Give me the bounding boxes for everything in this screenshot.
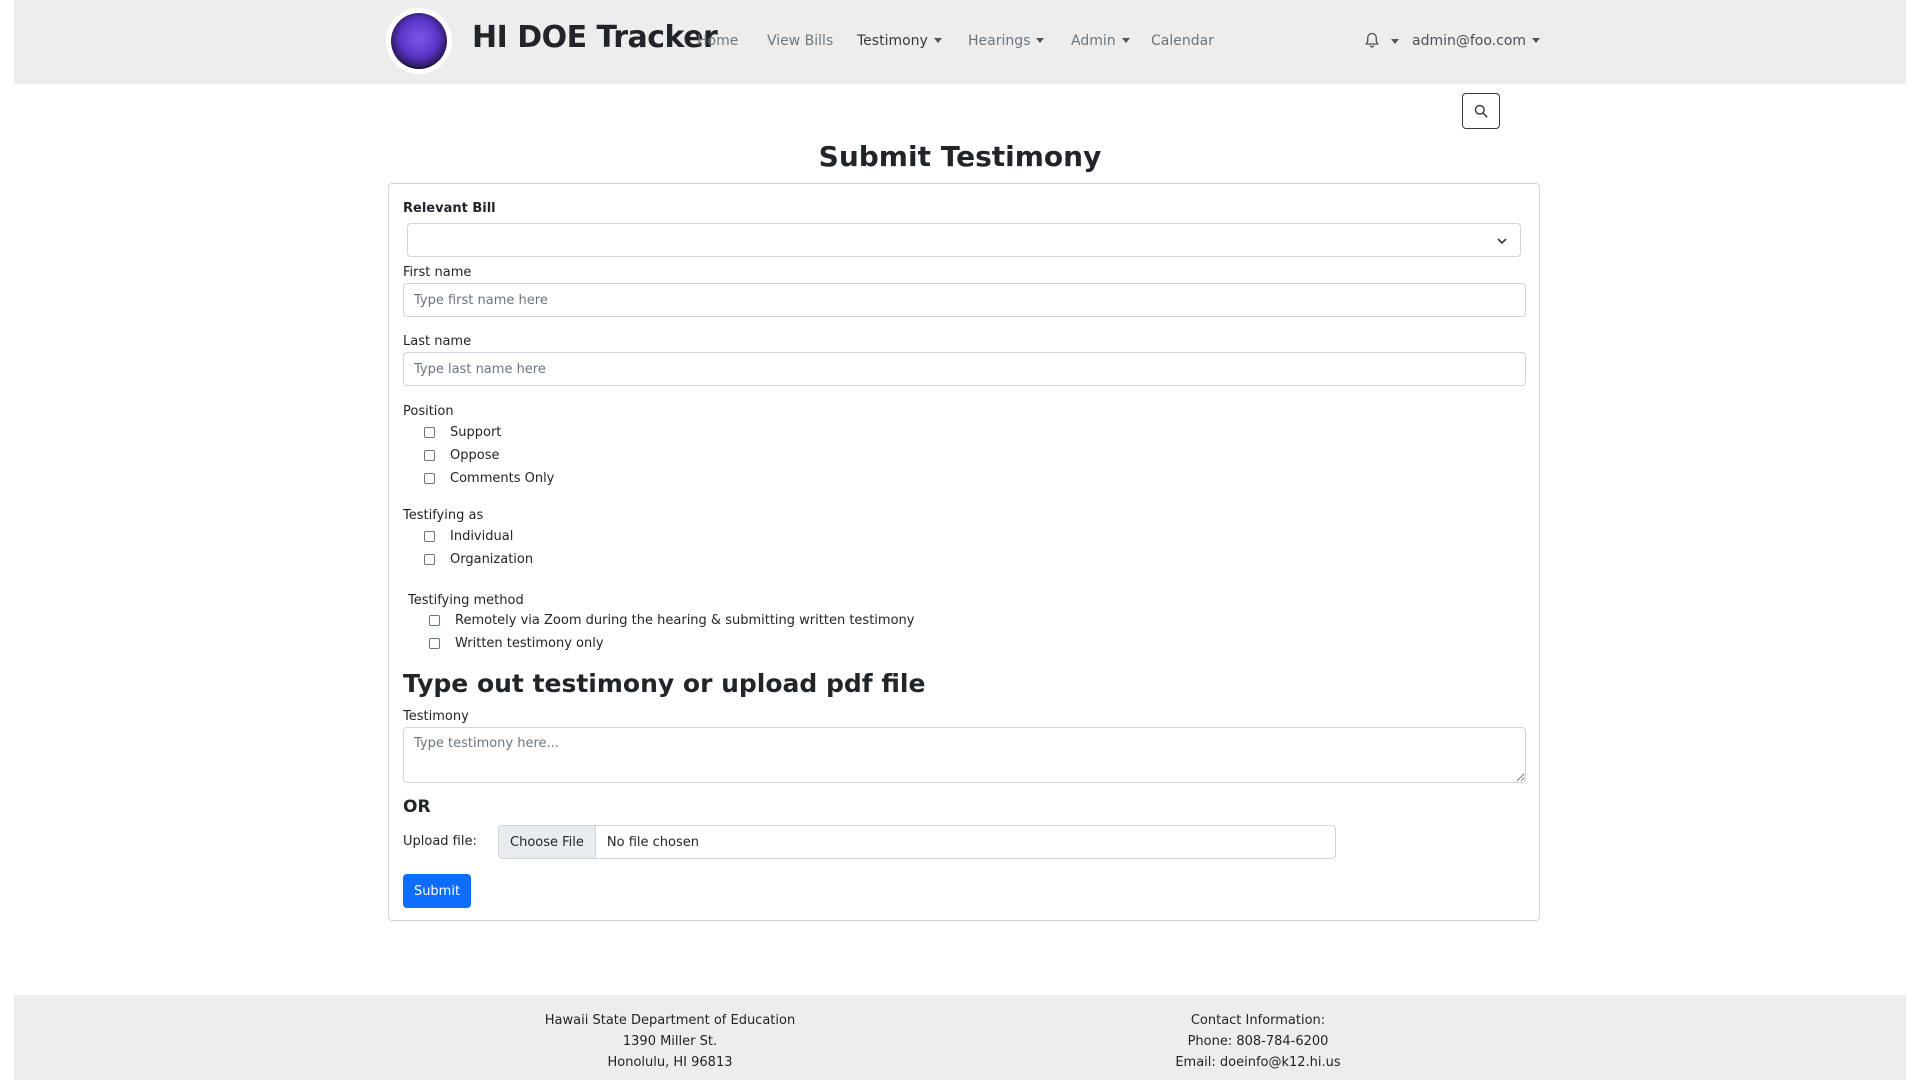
testimony-section-heading: Type out testimony or upload pdf file	[403, 669, 926, 698]
nav-view-bills[interactable]: View Bills	[767, 33, 833, 49]
first-name-field[interactable]	[403, 283, 1526, 317]
relevant-bill-label: Relevant Bill	[403, 201, 496, 216]
checkbox[interactable]	[424, 427, 435, 438]
nav-admin-dropdown[interactable]: Admin	[1071, 33, 1130, 49]
caret-down-icon	[933, 38, 942, 43]
nav-hearings-label: Hearings	[968, 33, 1031, 49]
checkbox[interactable]	[424, 531, 435, 542]
footer-address: Hawaii State Department of Education 139…	[520, 1010, 820, 1073]
checkbox[interactable]	[424, 473, 435, 484]
navbar	[14, 0, 1906, 84]
app-title[interactable]: HI DOE Tracker	[472, 20, 718, 55]
footer-contact: Contact Information: Phone: 808-784-6200…	[1108, 1010, 1408, 1073]
testimony-label: Testimony	[403, 709, 469, 724]
search-icon	[1474, 104, 1488, 118]
caret-down-icon	[1036, 38, 1045, 43]
user-email: admin@foo.com	[1412, 33, 1527, 49]
footer-phone: Phone: 808-784-6200	[1187, 1034, 1329, 1049]
relevant-bill-select[interactable]	[407, 223, 1521, 257]
option-label: Organization	[450, 552, 534, 567]
footer-org-name: Hawaii State Department of Education	[544, 1013, 796, 1028]
caret-down-icon	[1391, 39, 1400, 44]
position-label: Position	[403, 404, 454, 419]
method-written-option[interactable]: Written testimony only	[429, 636, 604, 651]
position-support-option[interactable]: Support	[424, 425, 501, 440]
position-oppose-option[interactable]: Oppose	[424, 448, 499, 463]
file-upload-input[interactable]: Choose File No file chosen	[498, 825, 1336, 859]
position-comments-option[interactable]: Comments Only	[424, 471, 554, 486]
testimony-textarea[interactable]	[403, 727, 1526, 783]
option-label: Written testimony only	[455, 636, 604, 651]
testifying-organization-option[interactable]: Organization	[424, 552, 533, 567]
nav-home[interactable]: Home	[697, 33, 738, 49]
option-label: Comments Only	[450, 471, 555, 486]
footer-city: Honolulu, HI 96813	[607, 1055, 733, 1070]
last-name-label: Last name	[403, 334, 472, 349]
option-label: Support	[450, 425, 502, 440]
page-title: Submit Testimony	[818, 140, 1102, 173]
bell-icon	[1365, 32, 1379, 48]
upload-file-label: Upload file:	[403, 834, 477, 849]
chevron-down-icon	[1497, 238, 1507, 245]
or-divider-text: OR	[403, 797, 431, 817]
footer-email: Email: doeinfo@k12.hi.us	[1175, 1055, 1341, 1070]
nav-calendar[interactable]: Calendar	[1151, 33, 1214, 49]
checkbox[interactable]	[429, 615, 440, 626]
footer	[14, 995, 1906, 1080]
logo-emblem	[391, 13, 447, 69]
user-menu-dropdown[interactable]: admin@foo.com	[1412, 33, 1541, 49]
option-label: Oppose	[450, 448, 500, 463]
choose-file-button[interactable]: Choose File	[499, 826, 596, 858]
option-label: Individual	[450, 529, 514, 544]
nav-testimony-label: Testimony	[857, 33, 928, 49]
notifications-dropdown[interactable]	[1364, 32, 1400, 53]
caret-down-icon	[1532, 38, 1541, 43]
checkbox[interactable]	[429, 638, 440, 649]
footer-street: 1390 Miller St.	[622, 1034, 718, 1049]
first-name-label: First name	[403, 265, 472, 280]
search-button[interactable]	[1462, 93, 1500, 129]
app-logo[interactable]	[386, 8, 452, 74]
nav-testimony-dropdown[interactable]: Testimony	[857, 33, 942, 49]
checkbox[interactable]	[424, 450, 435, 461]
method-zoom-option[interactable]: Remotely via Zoom during the hearing & s…	[429, 613, 914, 628]
option-label: Remotely via Zoom during the hearing & s…	[455, 613, 915, 628]
submit-button[interactable]: Submit	[403, 874, 471, 908]
caret-down-icon	[1121, 38, 1130, 43]
nav-hearings-dropdown[interactable]: Hearings	[968, 33, 1045, 49]
testifying-individual-option[interactable]: Individual	[424, 529, 513, 544]
last-name-field[interactable]	[403, 352, 1526, 386]
nav-admin-label: Admin	[1071, 33, 1116, 49]
testifying-as-label: Testifying as	[403, 508, 484, 523]
checkbox[interactable]	[424, 554, 435, 565]
footer-contact-heading: Contact Information:	[1190, 1013, 1326, 1028]
file-name-text: No file chosen	[606, 834, 699, 850]
testifying-method-label: Testifying method	[408, 593, 524, 608]
